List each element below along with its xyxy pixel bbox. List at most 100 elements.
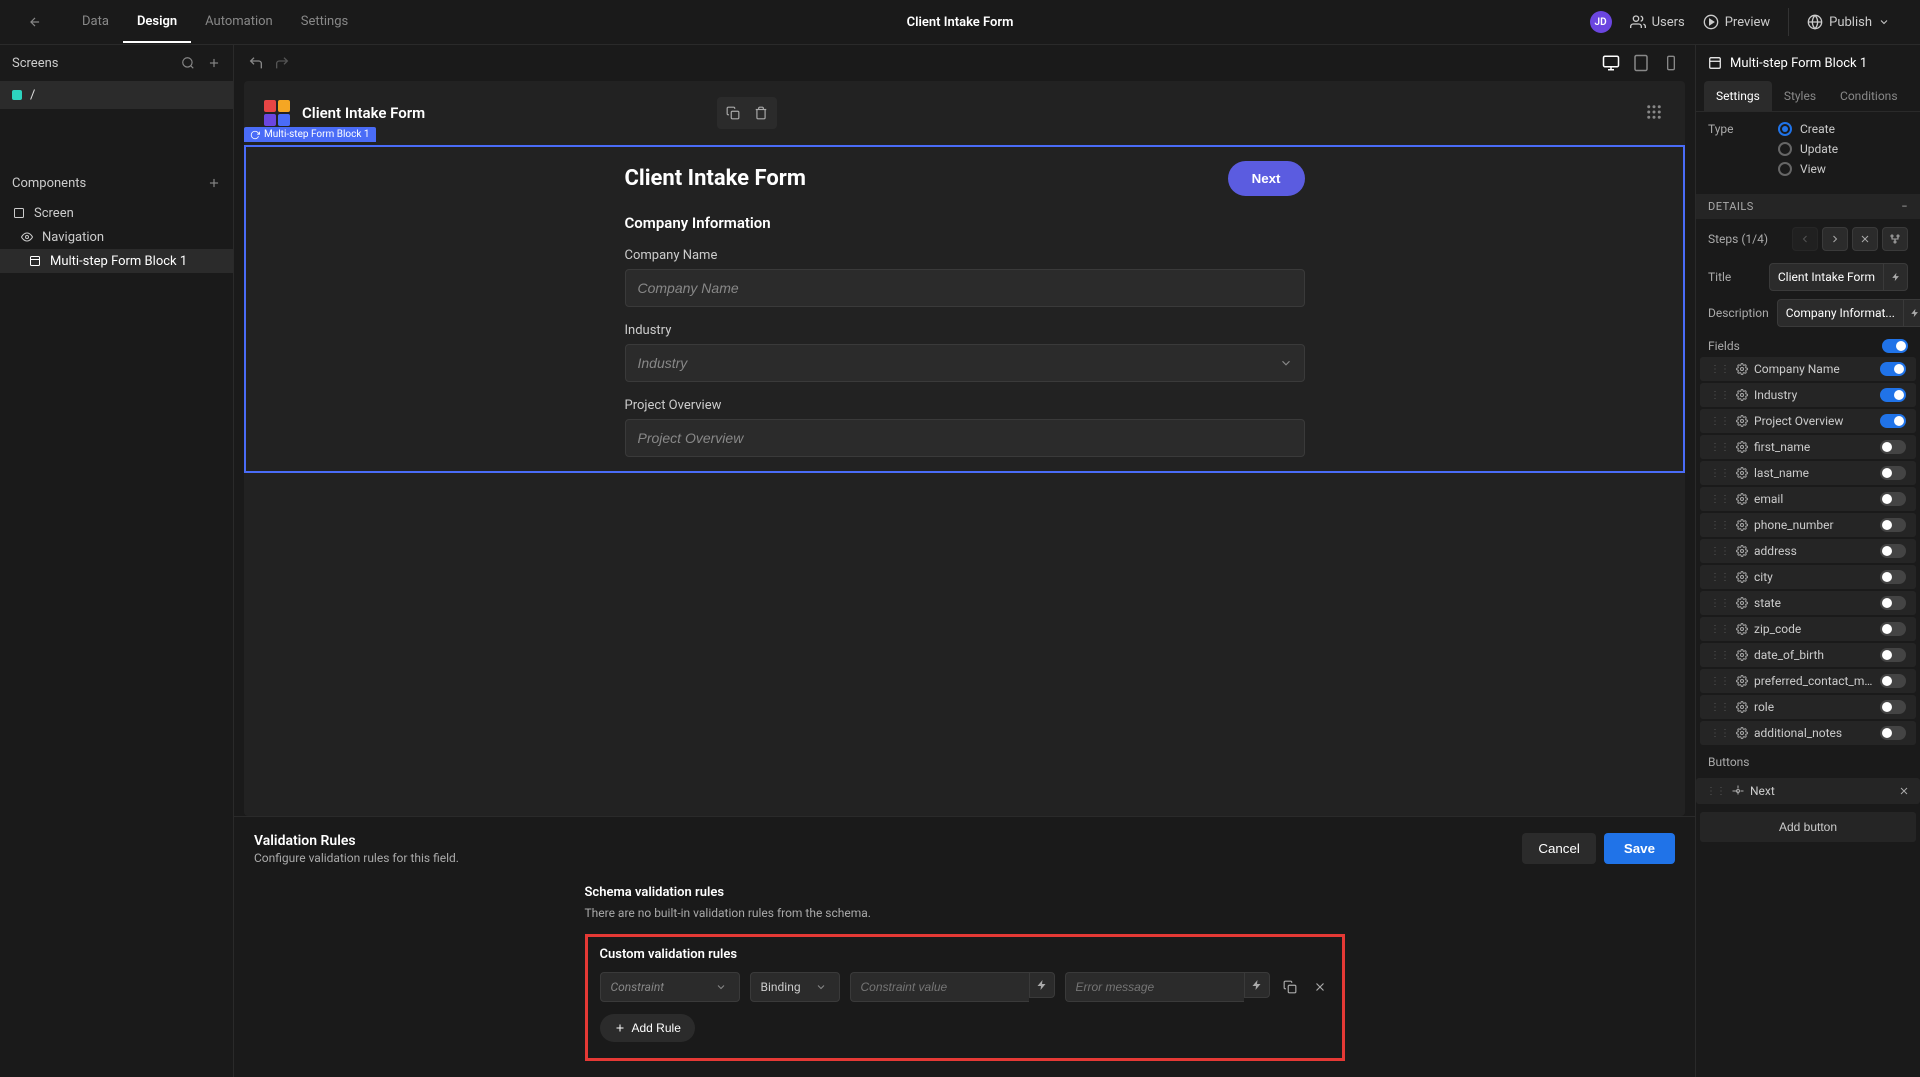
- gear-icon[interactable]: [1736, 493, 1748, 505]
- step-branch-button[interactable]: [1882, 227, 1908, 251]
- save-button[interactable]: Save: [1604, 833, 1675, 864]
- mobile-device-icon[interactable]: [1661, 53, 1681, 73]
- field-input-project-overview[interactable]: [625, 419, 1305, 457]
- drag-handle-icon[interactable]: ⋮⋮: [1710, 676, 1730, 687]
- back-button[interactable]: [20, 11, 50, 33]
- fields-master-toggle[interactable]: [1882, 339, 1908, 353]
- drag-handle-icon[interactable]: ⋮⋮: [1710, 390, 1730, 401]
- next-button[interactable]: Next: [1228, 161, 1305, 196]
- remove-rule-icon[interactable]: [1310, 977, 1330, 997]
- gear-icon[interactable]: [1736, 597, 1748, 609]
- gear-icon[interactable]: [1736, 467, 1748, 479]
- users-button[interactable]: Users: [1630, 14, 1685, 30]
- rp-tab-styles[interactable]: Styles: [1772, 81, 1828, 111]
- gear-icon[interactable]: [1736, 441, 1748, 453]
- rp-tab-conditions[interactable]: Conditions: [1828, 81, 1909, 111]
- field-toggle[interactable]: [1880, 362, 1906, 376]
- button-row[interactable]: ⋮⋮Next: [1696, 778, 1920, 804]
- field-row[interactable]: ⋮⋮Project Overview: [1700, 409, 1916, 433]
- drag-handle-icon[interactable]: ⋮⋮: [1710, 364, 1730, 375]
- copy-block-button[interactable]: [721, 101, 745, 125]
- field-row[interactable]: ⋮⋮additional_notes: [1700, 721, 1916, 745]
- add-screen-icon[interactable]: [207, 56, 221, 70]
- gear-icon[interactable]: [1736, 363, 1748, 375]
- gear-icon[interactable]: [1732, 785, 1744, 797]
- field-row[interactable]: ⋮⋮Industry: [1700, 383, 1916, 407]
- drag-handle-icon[interactable]: ⋮⋮: [1710, 416, 1730, 427]
- field-toggle[interactable]: [1880, 622, 1906, 636]
- field-row[interactable]: ⋮⋮Company Name: [1700, 357, 1916, 381]
- rp-tab-settings[interactable]: Settings: [1704, 81, 1772, 111]
- field-toggle[interactable]: [1880, 700, 1906, 714]
- desktop-device-icon[interactable]: [1601, 53, 1621, 73]
- collapse-details-icon[interactable]: −: [1901, 200, 1908, 213]
- nav-tab-automation[interactable]: Automation: [191, 2, 287, 43]
- nav-tab-data[interactable]: Data: [68, 2, 123, 43]
- title-input[interactable]: Client Intake Form: [1770, 264, 1883, 290]
- drag-handle-icon[interactable]: ⋮⋮: [1710, 520, 1730, 531]
- drag-handle-icon[interactable]: ⋮⋮: [1710, 650, 1730, 661]
- cancel-button[interactable]: Cancel: [1522, 833, 1596, 864]
- field-row[interactable]: ⋮⋮phone_number: [1700, 513, 1916, 537]
- drag-handle-icon[interactable]: ⋮⋮: [1710, 468, 1730, 479]
- field-toggle[interactable]: [1880, 570, 1906, 584]
- component-item[interactable]: Multi-step Form Block 1: [0, 249, 233, 273]
- add-button-button[interactable]: Add button: [1700, 812, 1916, 842]
- field-input-industry[interactable]: [625, 344, 1305, 382]
- type-radio-update[interactable]: Update: [1778, 142, 1838, 156]
- field-toggle[interactable]: [1880, 440, 1906, 454]
- step-next-button[interactable]: [1822, 227, 1848, 251]
- field-toggle[interactable]: [1880, 726, 1906, 740]
- drag-handle-icon[interactable]: ⋮⋮: [1710, 728, 1730, 739]
- gear-icon[interactable]: [1736, 415, 1748, 427]
- field-input-company-name[interactable]: [625, 269, 1305, 307]
- user-avatar[interactable]: JD: [1590, 11, 1612, 33]
- field-toggle[interactable]: [1880, 544, 1906, 558]
- publish-button[interactable]: Publish: [1788, 8, 1900, 36]
- type-radio-view[interactable]: View: [1778, 162, 1838, 176]
- gear-icon[interactable]: [1736, 727, 1748, 739]
- field-toggle[interactable]: [1880, 414, 1906, 428]
- undo-button[interactable]: [248, 55, 264, 71]
- remove-button-icon[interactable]: [1898, 785, 1910, 797]
- field-row[interactable]: ⋮⋮date_of_birth: [1700, 643, 1916, 667]
- description-bolt-button[interactable]: [1903, 300, 1920, 326]
- component-item[interactable]: Screen: [0, 201, 233, 225]
- field-row[interactable]: ⋮⋮role: [1700, 695, 1916, 719]
- constraint-value-input[interactable]: [850, 972, 1029, 1002]
- drag-handle-icon[interactable]: ⋮⋮: [1706, 786, 1726, 797]
- drag-handle-icon[interactable]: ⋮⋮: [1710, 624, 1730, 635]
- gear-icon[interactable]: [1736, 701, 1748, 713]
- screen-item-root[interactable]: /: [0, 81, 233, 109]
- duplicate-rule-icon[interactable]: [1280, 977, 1300, 997]
- drag-handle-icon[interactable]: ⋮⋮: [1710, 494, 1730, 505]
- constraint-select[interactable]: Constraint: [600, 972, 740, 1002]
- drag-handle-icon[interactable]: ⋮⋮: [1710, 702, 1730, 713]
- search-icon[interactable]: [181, 56, 195, 70]
- error-bolt-button[interactable]: [1244, 972, 1270, 998]
- field-toggle[interactable]: [1880, 466, 1906, 480]
- field-toggle[interactable]: [1880, 492, 1906, 506]
- field-toggle[interactable]: [1880, 388, 1906, 402]
- gear-icon[interactable]: [1736, 675, 1748, 687]
- drag-handle-icon[interactable]: ⋮⋮: [1710, 546, 1730, 557]
- tablet-device-icon[interactable]: [1631, 53, 1651, 73]
- drag-handle-icon[interactable]: ⋮⋮: [1710, 572, 1730, 583]
- field-toggle[interactable]: [1880, 518, 1906, 532]
- app-menu-icon[interactable]: [1645, 103, 1665, 123]
- field-row[interactable]: ⋮⋮state: [1700, 591, 1916, 615]
- type-radio-create[interactable]: Create: [1778, 122, 1838, 136]
- add-rule-button[interactable]: Add Rule: [600, 1014, 695, 1042]
- step-prev-button[interactable]: [1792, 227, 1818, 251]
- gear-icon[interactable]: [1736, 545, 1748, 557]
- nav-tab-design[interactable]: Design: [123, 2, 191, 43]
- field-toggle[interactable]: [1880, 596, 1906, 610]
- field-row[interactable]: ⋮⋮last_name: [1700, 461, 1916, 485]
- constraint-bolt-button[interactable]: [1029, 972, 1055, 998]
- gear-icon[interactable]: [1736, 623, 1748, 635]
- error-message-input[interactable]: [1065, 972, 1244, 1002]
- field-row[interactable]: ⋮⋮address: [1700, 539, 1916, 563]
- component-item[interactable]: Navigation: [0, 225, 233, 249]
- drag-handle-icon[interactable]: ⋮⋮: [1710, 442, 1730, 453]
- field-row[interactable]: ⋮⋮email: [1700, 487, 1916, 511]
